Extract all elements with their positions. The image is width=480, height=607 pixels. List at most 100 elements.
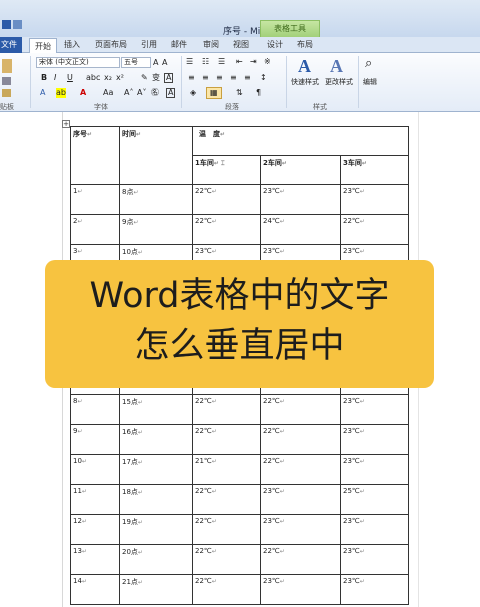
cell-temp-2[interactable]: 23℃↵ (260, 184, 341, 215)
cell-seq[interactable]: 13↵ (70, 544, 120, 575)
chinese-layout-icon[interactable]: ※ (264, 57, 271, 67)
change-styles-icon[interactable]: A (330, 56, 343, 77)
quick-styles-button[interactable]: 快速样式 (291, 77, 319, 87)
font-color-icon[interactable]: A (80, 88, 86, 98)
font-name-select[interactable]: 宋体 (中文正文) (36, 57, 120, 68)
header-workshop-2[interactable]: 2车间↵ (260, 155, 341, 185)
cell-time[interactable]: 16点↵ (119, 424, 193, 455)
strikethrough-icon[interactable]: abc (86, 73, 100, 83)
cell-seq[interactable]: 2↵ (70, 214, 120, 245)
text-effects-icon[interactable]: A (40, 88, 45, 98)
align-right-icon[interactable]: ≡ (216, 73, 223, 83)
highlight-icon[interactable]: ab (56, 88, 66, 98)
cell-time[interactable]: 9点↵ (119, 214, 193, 245)
cell-time[interactable]: 15点↵ (119, 394, 193, 425)
enclose-char-icon[interactable]: ㊔ (151, 88, 159, 98)
cell-time[interactable]: 18点↵ (119, 484, 193, 515)
tab-design[interactable]: 设计 (267, 37, 283, 53)
tab-references[interactable]: 引用 (141, 37, 157, 53)
cell-temp-2[interactable]: 23℃↵ (260, 484, 341, 515)
cell-temp-2[interactable]: 23℃↵ (260, 574, 341, 605)
cell-temp-2[interactable]: 24℃↵ (260, 214, 341, 245)
cell-seq[interactable]: 10↵ (70, 454, 120, 485)
tab-page-layout[interactable]: 页面布局 (95, 37, 127, 53)
edit-button[interactable]: 编辑 (363, 77, 377, 87)
char-border-button[interactable]: A (164, 73, 174, 83)
tab-insert[interactable]: 插入 (64, 37, 80, 53)
header-workshop-1[interactable]: 1车间↵ ⌶ (192, 155, 261, 185)
change-styles-button[interactable]: 更改样式 (325, 77, 353, 87)
cell-temp-2[interactable]: 22℃↵ (260, 454, 341, 485)
cell-temp-2[interactable]: 22℃↵ (260, 394, 341, 425)
bullets-icon[interactable]: ☰ (186, 57, 193, 67)
cell-seq[interactable]: 8↵ (70, 394, 120, 425)
phonetic-guide-button[interactable]: 变 (152, 73, 160, 83)
italic-button[interactable]: I (54, 73, 56, 83)
shrink-font-icon[interactable]: A (162, 58, 167, 68)
cell-temp-1[interactable]: 22℃↵ (192, 394, 261, 425)
decrease-indent-icon[interactable]: ⇤ (236, 57, 243, 67)
header-time[interactable]: 时间↵ (119, 126, 193, 185)
header-seq[interactable]: 序号↵ (70, 126, 120, 185)
cell-seq[interactable]: 9↵ (70, 424, 120, 455)
cell-time[interactable]: 21点↵ (119, 574, 193, 605)
cell-time[interactable]: 20点↵ (119, 544, 193, 575)
tab-review[interactable]: 审阅 (203, 37, 219, 53)
sort-icon[interactable]: ⇅ (236, 88, 243, 98)
shading-icon[interactable]: ◈ (190, 88, 196, 98)
cell-seq[interactable]: 1↵ (70, 184, 120, 215)
justify-icon[interactable]: ≡ (230, 73, 237, 83)
header-temperature[interactable]: 温 度↵ (192, 126, 409, 156)
cell-temp-3[interactable]: 22℃↵ (340, 214, 409, 245)
cell-time[interactable]: 8点↵ (119, 184, 193, 215)
cell-temp-3[interactable]: 25℃↵ (340, 484, 409, 515)
tab-mailings[interactable]: 邮件 (171, 37, 187, 53)
font-size-select[interactable]: 五号 (121, 57, 151, 68)
cell-temp-1[interactable]: 22℃↵ (192, 544, 261, 575)
grow-font-small-icon[interactable]: A˄ (124, 88, 133, 98)
underline-button[interactable]: U (67, 73, 73, 83)
increase-indent-icon[interactable]: ⇥ (250, 57, 257, 67)
tab-view[interactable]: 视图 (233, 37, 249, 53)
header-workshop-3[interactable]: 3车间↵ (340, 155, 409, 185)
cell-seq[interactable]: 14↵ (70, 574, 120, 605)
borders-icon[interactable]: ▦ (206, 87, 222, 99)
cell-temp-2[interactable]: 22℃↵ (260, 544, 341, 575)
numbering-icon[interactable]: ☷ (202, 57, 209, 67)
cell-temp-3[interactable]: 23℃↵ (340, 394, 409, 425)
tab-home[interactable]: 开始 (29, 38, 57, 54)
cell-temp-2[interactable]: 22℃↵ (260, 424, 341, 455)
char-scale-icon[interactable]: A (166, 88, 176, 98)
cell-temp-3[interactable]: 23℃↵ (340, 184, 409, 215)
cell-temp-1[interactable]: 22℃↵ (192, 214, 261, 245)
show-marks-icon[interactable]: ¶ (256, 88, 261, 98)
cell-temp-3[interactable]: 23℃↵ (340, 544, 409, 575)
shrink-font-small-icon[interactable]: A˅ (137, 88, 146, 98)
cell-time[interactable]: 19点↵ (119, 514, 193, 545)
multilevel-list-icon[interactable]: ☰ (218, 57, 225, 67)
cell-seq[interactable]: 11↵ (70, 484, 120, 515)
bold-button[interactable]: B (41, 73, 47, 83)
quick-styles-icon[interactable]: A (298, 56, 311, 77)
align-center-icon[interactable]: ≡ (202, 73, 209, 83)
tab-file[interactable]: 文件 (0, 37, 22, 53)
cell-temp-1[interactable]: 21℃↵ (192, 454, 261, 485)
grow-font-icon[interactable]: A (153, 58, 158, 68)
superscript-icon[interactable]: x² (116, 73, 124, 83)
cell-temp-3[interactable]: 23℃↵ (340, 514, 409, 545)
subscript-icon[interactable]: x₂ (104, 73, 112, 83)
line-spacing-icon[interactable]: ↕ (260, 73, 267, 83)
cell-temp-1[interactable]: 22℃↵ (192, 184, 261, 215)
cell-temp-1[interactable]: 22℃↵ (192, 424, 261, 455)
cell-seq[interactable]: 12↵ (70, 514, 120, 545)
cell-temp-3[interactable]: 23℃↵ (340, 454, 409, 485)
char-shading-icon[interactable]: Aa (103, 88, 113, 98)
clear-format-icon[interactable]: ✎ (141, 73, 148, 83)
paste-icon[interactable] (2, 59, 12, 73)
binoculars-icon[interactable]: ⌕ (365, 57, 372, 70)
tab-layout[interactable]: 布局 (297, 37, 313, 53)
cell-temp-3[interactable]: 23℃↵ (340, 424, 409, 455)
distributed-icon[interactable]: ≡ (244, 73, 251, 83)
cell-temp-1[interactable]: 22℃↵ (192, 514, 261, 545)
cell-temp-1[interactable]: 22℃↵ (192, 574, 261, 605)
